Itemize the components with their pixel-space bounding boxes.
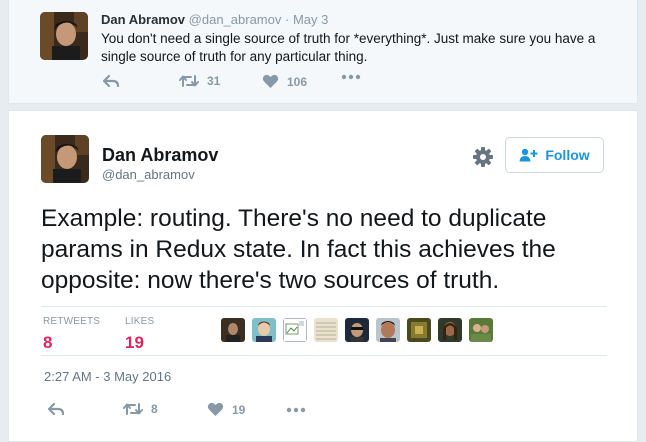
heart-icon — [207, 402, 224, 416]
author-handle[interactable]: @dan_abramov — [102, 167, 195, 182]
liker-avatar[interactable] — [376, 318, 400, 342]
divider — [41, 355, 607, 356]
gear-icon — [473, 147, 493, 167]
tweet-date[interactable]: May 3 — [293, 12, 328, 27]
more-button[interactable] — [286, 407, 306, 413]
liker-avatars — [221, 318, 493, 342]
liker-avatar[interactable] — [314, 318, 338, 342]
likes-value: 19 — [125, 333, 144, 352]
reply-icon — [102, 74, 120, 88]
liker-avatar[interactable] — [283, 318, 307, 342]
liker-avatar[interactable] — [221, 318, 245, 342]
liker-avatar[interactable] — [438, 318, 462, 342]
reply-button[interactable] — [102, 74, 120, 88]
author-name[interactable]: Dan Abramov — [101, 12, 185, 27]
retweet-button[interactable]: 8 — [123, 402, 158, 416]
liker-avatar[interactable] — [407, 318, 431, 342]
liker-avatar[interactable] — [345, 318, 369, 342]
avatar[interactable] — [41, 135, 89, 183]
retweet-icon — [123, 403, 143, 415]
tweet-text: Example: routing. There's no need to dup… — [41, 205, 556, 294]
retweet-icon — [179, 75, 199, 87]
liker-avatar[interactable] — [252, 318, 276, 342]
like-count: 106 — [287, 74, 308, 89]
author-name[interactable]: Dan Abramov — [102, 145, 218, 166]
like-button[interactable]: 106 — [262, 74, 307, 89]
reply-icon — [47, 402, 65, 416]
retweet-stat[interactable]: RETWEETS 8 — [43, 316, 100, 353]
parent-tweet-header: Dan Abramov @dan_abramov · May 3 — [101, 12, 328, 27]
tweet-text: You don't need a single source of truth … — [101, 31, 596, 64]
add-person-icon — [519, 148, 538, 162]
reply-button[interactable] — [47, 402, 65, 416]
follow-button[interactable]: Follow — [505, 137, 604, 173]
more-button[interactable] — [341, 74, 361, 80]
divider — [41, 306, 607, 307]
like-button[interactable]: 19 — [207, 402, 245, 417]
retweets-label: RETWEETS — [43, 316, 101, 327]
heart-icon — [262, 74, 279, 88]
tweet-timestamp[interactable]: 2:27 AM - 3 May 2016 — [44, 369, 171, 384]
more-icon — [286, 407, 306, 413]
like-count: 19 — [232, 402, 246, 417]
parent-tweet[interactable]: Dan Abramov @dan_abramov · May 3 You don… — [8, 0, 638, 104]
retweets-value: 8 — [43, 333, 53, 352]
retweet-count: 8 — [151, 402, 158, 416]
liker-avatar[interactable] — [469, 318, 493, 342]
more-icon — [341, 74, 361, 80]
likes-label: LIKES — [125, 316, 155, 327]
follow-label: Follow — [545, 147, 590, 163]
retweet-count: 31 — [207, 74, 221, 88]
separator-dot: · — [285, 12, 290, 27]
author-handle[interactable]: @dan_abramov — [189, 12, 282, 27]
settings-button[interactable] — [471, 145, 495, 169]
retweet-button[interactable]: 31 — [179, 74, 220, 88]
avatar[interactable] — [40, 12, 88, 60]
main-tweet: Dan Abramov @dan_abramov Follow Example:… — [8, 110, 638, 442]
likes-stat[interactable]: LIKES 19 — [125, 316, 154, 353]
broken-image-icon — [283, 318, 307, 342]
